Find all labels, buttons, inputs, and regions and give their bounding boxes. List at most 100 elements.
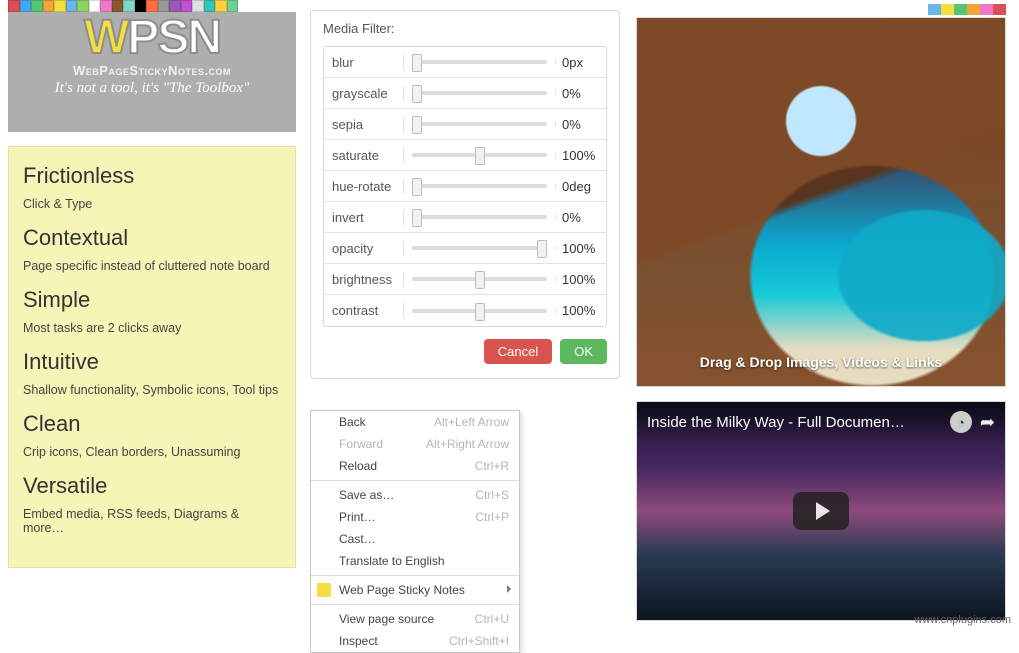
filter-value: 100% [556, 241, 606, 256]
filter-slider[interactable] [404, 153, 556, 157]
context-menu-label: Print… [339, 510, 376, 524]
feature-desc: Most tasks are 2 clicks away [23, 321, 281, 335]
share-icon[interactable]: ➦ [980, 412, 995, 433]
filter-row-blur: blur0px [324, 47, 606, 78]
filter-slider[interactable] [404, 122, 556, 126]
logo-tagline: It's not a tool, it's "The Toolbox" [8, 80, 296, 97]
context-menu-label: Back [339, 415, 366, 429]
filter-row-grayscale: grayscale 0% [324, 78, 606, 109]
filter-name: sepia [324, 117, 404, 132]
context-menu-item[interactable]: View page sourceCtrl+U [311, 608, 519, 630]
filter-name: invert [324, 210, 404, 225]
filter-value: 0deg [556, 179, 606, 194]
filter-slider[interactable] [404, 60, 556, 64]
logo-domain: WebPageStickyNotes.com [8, 63, 296, 78]
context-menu-label: Inspect [339, 634, 378, 648]
filter-slider[interactable] [404, 246, 556, 250]
toolbar-color-cell[interactable] [66, 0, 78, 12]
watermark: www.cnplugins.com [914, 614, 1011, 626]
filter-slider[interactable] [404, 91, 556, 95]
filter-table: blur0px grayscale 0% sepia0% saturate 100% hue… [323, 46, 607, 327]
feature-title: Frictionless [23, 163, 281, 189]
image-note[interactable]: Drag & Drop Images, Videos & Links [636, 17, 1006, 387]
filter-name: hue-rotate [324, 179, 404, 194]
filter-row-sepia: sepia0% [324, 109, 606, 140]
context-menu-shortcut: Ctrl+P [475, 510, 509, 524]
context-menu-item[interactable]: Cast… [311, 528, 519, 550]
filter-value: 100% [556, 272, 606, 287]
filter-slider[interactable] [404, 215, 556, 219]
toolbar-color-cell[interactable] [20, 0, 32, 12]
mini-toolbar-cell[interactable] [928, 4, 941, 15]
filter-slider[interactable] [404, 184, 556, 188]
mini-toolbar-cell[interactable] [993, 4, 1006, 15]
left-column: WPSN WebPageStickyNotes.com It's not a t… [8, 0, 296, 568]
context-menu-label: Save as… [339, 488, 394, 502]
toolbar-color-cell[interactable] [54, 0, 66, 12]
feature-title: Clean [23, 411, 281, 437]
toolbar-color-cell[interactable] [31, 0, 43, 12]
feature-desc: Shallow functionality, Symbolic icons, T… [23, 383, 281, 397]
video-note[interactable]: Inside the Milky Way - Full Documen… ◔ ➦ [636, 401, 1006, 621]
context-menu-label: Forward [339, 437, 383, 451]
center-column: Media Filter: blur0pxgrayscale0%sepia0%s… [310, 10, 620, 379]
filter-name: saturate [324, 148, 404, 163]
toolbar-color-cell[interactable] [227, 0, 239, 12]
context-menu-shortcut: Ctrl+S [475, 488, 509, 502]
filter-value: 0% [556, 86, 606, 101]
context-menu-item[interactable]: Save as… Ctrl+S [311, 484, 519, 506]
filter-slider[interactable] [404, 309, 556, 313]
context-menu[interactable]: BackAlt+Left ArrowForwardAlt+Right Arrow… [310, 410, 520, 653]
logo-card: WPSN WebPageStickyNotes.com It's not a t… [8, 12, 296, 132]
filter-name: blur [324, 55, 404, 70]
context-menu-item[interactable]: InspectCtrl+Shift+I [311, 630, 519, 652]
context-menu-separator [311, 575, 519, 576]
video-title: Inside the Milky Way - Full Documen… [647, 414, 942, 431]
filter-name: brightness [324, 272, 404, 287]
right-column: Drag & Drop Images, Videos & Links Insid… [636, 4, 1006, 621]
context-menu-label: Reload [339, 459, 377, 473]
feature-desc: Click & Type [23, 197, 281, 211]
toolbar-color-cell[interactable] [8, 0, 20, 12]
filter-row-contrast: contrast 100% [324, 295, 606, 326]
context-menu-item[interactable]: Translate to English [311, 550, 519, 572]
filter-name: contrast [324, 303, 404, 318]
context-menu-item[interactable]: Web Page Sticky Notes [311, 579, 519, 601]
context-menu-label: Translate to English [339, 554, 445, 568]
filter-value: 100% [556, 303, 606, 318]
filter-row-hue-rotate: hue-rotate 0deg [324, 171, 606, 202]
context-menu-item[interactable]: Print… Ctrl+P [311, 506, 519, 528]
watch-later-icon[interactable]: ◔ [950, 411, 972, 433]
filter-name: grayscale [324, 86, 404, 101]
filter-value: 100% [556, 148, 606, 163]
feature-title: Simple [23, 287, 281, 313]
cave-image [637, 18, 1005, 386]
context-menu-label: View page source [339, 612, 434, 626]
filter-row-opacity: opacity100% [324, 233, 606, 264]
video-header: Inside the Milky Way - Full Documen… ◔ ➦ [637, 402, 1005, 442]
mini-toolbar-cell[interactable] [954, 4, 967, 15]
media-filter-panel: Media Filter: blur0pxgrayscale0%sepia0%s… [310, 10, 620, 379]
note-mini-toolbar[interactable] [636, 4, 1006, 15]
mini-toolbar-cell[interactable] [967, 4, 980, 15]
context-menu-separator [311, 604, 519, 605]
submenu-arrow-icon [507, 585, 511, 593]
cancel-button[interactable]: Cancel [484, 339, 552, 364]
play-button[interactable] [793, 492, 849, 530]
context-menu-item[interactable]: BackAlt+Left Arrow [311, 411, 519, 433]
context-menu-shortcut: Ctrl+R [475, 459, 509, 473]
filter-row-brightness: brightness 100% [324, 264, 606, 295]
mini-toolbar-cell[interactable] [941, 4, 954, 15]
mini-toolbar-cell[interactable] [980, 4, 993, 15]
ok-button[interactable]: OK [560, 339, 607, 364]
context-menu-item[interactable]: Reload Ctrl+R [311, 455, 519, 477]
toolbar-color-cell[interactable] [43, 0, 55, 12]
filter-buttons: Cancel OK [323, 339, 607, 364]
extension-icon [317, 583, 331, 597]
filter-slider[interactable] [404, 277, 556, 281]
image-note-overlay: Drag & Drop Images, Videos & Links [637, 354, 1005, 370]
context-menu-item: ForwardAlt+Right Arrow [311, 433, 519, 455]
feature-title: Contextual [23, 225, 281, 251]
context-menu-separator [311, 480, 519, 481]
feature-desc: Crip icons, Clean borders, Unassuming [23, 445, 281, 459]
